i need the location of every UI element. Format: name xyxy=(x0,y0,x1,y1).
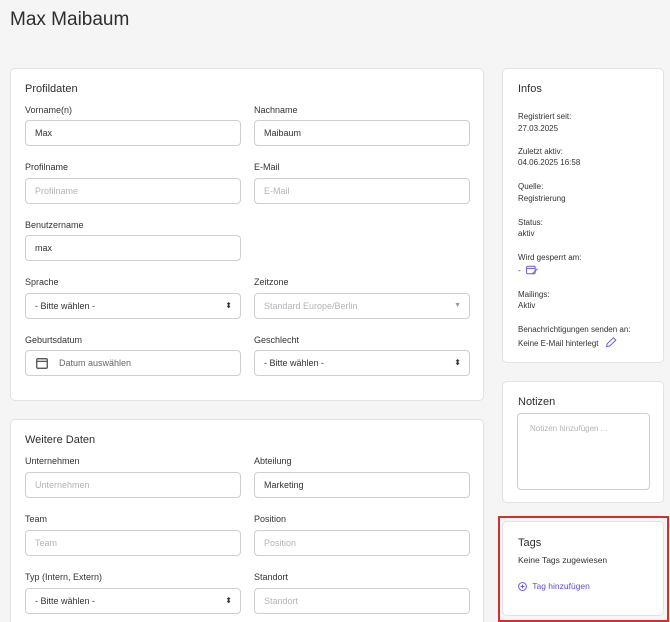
gesperrt-value-text: - xyxy=(518,266,521,275)
position-input[interactable]: Position xyxy=(254,530,470,556)
team-label: Team xyxy=(25,514,48,524)
geburtsdatum-placeholder: Datum auswählen xyxy=(59,358,132,368)
benutzername-label: Benutzername xyxy=(25,220,84,230)
status-label: Status: xyxy=(518,218,543,227)
geschlecht-select-value: - Bitte wählen - xyxy=(264,358,325,368)
pencil-icon[interactable] xyxy=(605,337,617,348)
abteilung-label: Abteilung xyxy=(254,456,292,466)
profilname-input[interactable]: Profilname xyxy=(25,178,241,204)
typ-select-value: - Bitte wählen - xyxy=(35,596,96,606)
typ-label: Typ (Intern, Extern) xyxy=(25,572,103,582)
unternehmen-input[interactable]: Unternehmen xyxy=(25,472,241,498)
zeitzone-select[interactable]: Standard Europe/Berlin ▼ xyxy=(254,293,470,319)
vorname-input[interactable]: Max xyxy=(25,120,241,146)
mailings-value: Aktiv xyxy=(518,301,536,310)
zuletzt-aktiv-value: 04.06.2025 16:58 xyxy=(518,158,581,167)
notizen-card: Notizen Notizen hinzufügen ... xyxy=(502,381,664,503)
profilname-label: Profilname xyxy=(25,162,69,172)
standort-input[interactable]: Standort xyxy=(254,588,470,614)
nachname-input[interactable]: Maibaum xyxy=(254,120,470,146)
select-caret-icon: ⬍ xyxy=(225,596,232,605)
sprache-label: Sprache xyxy=(25,277,59,287)
profile-card-title: Profildaten xyxy=(25,83,78,95)
email-input[interactable]: E-Mail xyxy=(254,178,470,204)
registriert-value: 27.03.2025 xyxy=(518,124,559,133)
geschlecht-label: Geschlecht xyxy=(254,335,300,345)
zeitzone-select-value: Standard Europe/Berlin xyxy=(264,301,358,311)
email-label: E-Mail xyxy=(254,162,280,172)
calendar-icon xyxy=(36,358,48,369)
zeitzone-label: Zeitzone xyxy=(254,277,289,287)
dropdown-triangle-icon: ▼ xyxy=(454,302,461,309)
registriert-label: Registriert seit: xyxy=(518,112,572,121)
page-title: Max Maibaum xyxy=(10,9,130,30)
team-input[interactable]: Team xyxy=(25,530,241,556)
profile-card: Profildaten Vorname(n) Max Nachname Maib… xyxy=(10,68,484,401)
notizen-textarea[interactable]: Notizen hinzufügen ... xyxy=(517,413,650,490)
tags-highlight-box xyxy=(498,516,669,622)
sprache-select-value: - Bitte wählen - xyxy=(35,301,96,311)
weitere-daten-card: Weitere Daten Unternehmen Unternehmen Ab… xyxy=(10,419,484,622)
infos-title: Infos xyxy=(518,83,542,95)
unternehmen-label: Unternehmen xyxy=(25,456,80,466)
weitere-daten-title: Weitere Daten xyxy=(25,434,96,446)
benachrichtigungen-value: Keine E-Mail hinterlegt xyxy=(518,339,599,348)
nachname-label: Nachname xyxy=(254,105,298,115)
status-value: aktiv xyxy=(518,229,535,238)
gesperrt-value: - xyxy=(518,265,538,275)
sprache-select[interactable]: - Bitte wählen - ⬍ xyxy=(25,293,241,319)
gesperrt-label: Wird gesperrt am: xyxy=(518,253,582,262)
quelle-label: Quelle: xyxy=(518,182,544,191)
position-label: Position xyxy=(254,514,287,524)
infos-card: Infos Registriert seit: 27.03.2025 Zulet… xyxy=(502,68,664,363)
quelle-value: Registrierung xyxy=(518,194,566,203)
edit-calendar-icon[interactable] xyxy=(526,265,538,275)
benachrichtigungen-row: Keine E-Mail hinterlegt xyxy=(518,337,617,348)
geschlecht-select[interactable]: - Bitte wählen - ⬍ xyxy=(254,350,470,376)
benutzername-input[interactable]: max xyxy=(25,235,241,261)
select-caret-icon: ⬍ xyxy=(225,301,232,310)
select-caret-icon: ⬍ xyxy=(454,358,461,367)
abteilung-input[interactable]: Marketing xyxy=(254,472,470,498)
standort-label: Standort xyxy=(254,572,289,582)
zuletzt-aktiv-label: Zuletzt aktiv: xyxy=(518,147,563,156)
mailings-label: Mailings: xyxy=(518,290,550,299)
geburtsdatum-input[interactable]: Datum auswählen xyxy=(25,350,241,376)
typ-select[interactable]: - Bitte wählen - ⬍ xyxy=(25,588,241,614)
vorname-label: Vorname(n) xyxy=(25,105,73,115)
geburtsdatum-label: Geburtsdatum xyxy=(25,335,83,345)
notizen-title: Notizen xyxy=(518,396,556,408)
benachrichtigungen-label: Benachrichtigungen senden an: xyxy=(518,325,631,334)
